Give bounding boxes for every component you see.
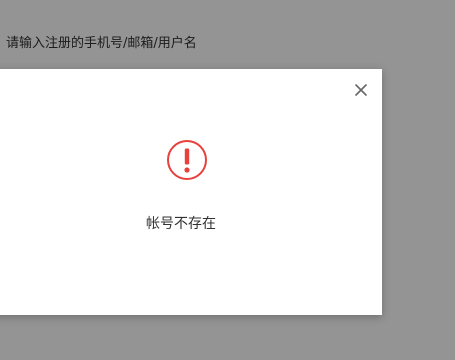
alert-dialog: 帐号不存在 (0, 69, 382, 315)
close-icon[interactable] (354, 83, 368, 97)
dialog-message: 帐号不存在 (146, 216, 216, 232)
exclamation-circle-icon (166, 139, 208, 181)
